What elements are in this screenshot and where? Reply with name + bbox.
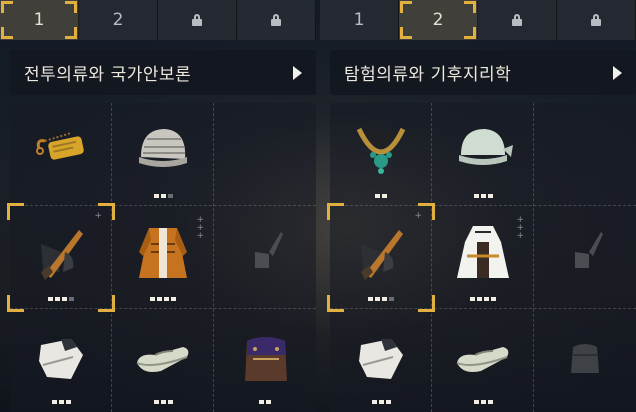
upgrade-level: [112, 297, 214, 301]
knit-cap-icon: [139, 129, 187, 167]
arrow-right-icon[interactable]: [293, 66, 302, 80]
slot-8[interactable]: [112, 309, 214, 412]
tab-locked-3[interactable]: [158, 0, 237, 40]
upgrade-level: [214, 400, 316, 404]
upgrade-level: [330, 194, 432, 198]
equipment-grid: + + + +: [327, 103, 636, 412]
slot-2[interactable]: [432, 103, 534, 206]
dog-tag-icon: [36, 132, 84, 160]
slot-1[interactable]: [330, 103, 432, 206]
set-title-bar[interactable]: 탐험의류와 기후지리학: [330, 50, 636, 95]
lock-icon: [271, 14, 281, 26]
tab-1[interactable]: 1: [0, 0, 79, 40]
set-title: 탐험의류와 기후지리학: [344, 65, 512, 85]
slot-8[interactable]: [432, 309, 534, 412]
upgrade-level: [330, 400, 432, 404]
slot-9[interactable]: [534, 309, 636, 412]
slot-4-selected[interactable]: +: [7, 203, 115, 312]
fingerless-glove-icon: [39, 339, 83, 379]
backpack-icon: [245, 337, 287, 381]
knife-glove-icon: [361, 230, 403, 280]
upgrade-level: [112, 400, 214, 404]
lock-icon: [192, 14, 202, 26]
tab-bar: 1 2: [0, 0, 316, 40]
knife-glove-faded-icon: [575, 232, 603, 268]
knife-glove-icon: [41, 230, 83, 280]
slot-4-selected[interactable]: +: [327, 203, 435, 312]
slot-5[interactable]: + + +: [432, 206, 534, 309]
moccasin-icon: [456, 347, 509, 372]
equipment-grid: + + + +: [7, 103, 316, 412]
slot-7[interactable]: [10, 309, 112, 412]
amulet-necklace-icon: [356, 127, 406, 174]
tab-2[interactable]: 2: [399, 0, 478, 40]
orange-coat-icon: [139, 228, 187, 278]
slot-6[interactable]: [214, 206, 316, 309]
set-title: 전투의류와 국가안보론: [24, 65, 192, 85]
upgrade-level: [112, 194, 214, 198]
fingerless-glove-icon: [359, 339, 403, 379]
tab-locked-4[interactable]: [557, 0, 636, 40]
tab-2[interactable]: 2: [79, 0, 158, 40]
tab-label: 1: [353, 10, 365, 30]
upgrade-level: [432, 297, 534, 301]
right-panel: 1 2 탐험의류와 기후지리학 + + + +: [320, 0, 636, 412]
knife-glove-faded-icon: [255, 232, 283, 268]
white-robe-icon: [457, 226, 509, 278]
lock-icon: [591, 14, 601, 26]
moccasin-icon: [136, 347, 189, 372]
tab-bar: 1 2: [320, 0, 636, 40]
slot-3-empty[interactable]: [214, 103, 316, 206]
lock-icon: [512, 14, 522, 26]
upgrade-level: [10, 297, 112, 301]
set-title-bar[interactable]: 전투의류와 국가안보론: [10, 50, 316, 95]
upgrade-level: [432, 194, 534, 198]
tab-locked-3[interactable]: [478, 0, 557, 40]
slot-2[interactable]: [112, 103, 214, 206]
tab-locked-4[interactable]: [237, 0, 316, 40]
slot-7[interactable]: [330, 309, 432, 412]
tab-label: 2: [432, 10, 444, 30]
left-panel: 1 2 전투의류와 국가안보론 + + + +: [0, 0, 316, 412]
bandana-icon: [459, 129, 513, 165]
tab-label: 2: [112, 10, 124, 30]
slot-1[interactable]: [10, 103, 112, 206]
tab-label: 1: [33, 10, 45, 30]
upgrade-level: [330, 297, 432, 301]
upgrade-level: [432, 400, 534, 404]
upgrade-level: [10, 400, 112, 404]
tab-1[interactable]: 1: [320, 0, 399, 40]
arrow-right-icon[interactable]: [613, 66, 622, 80]
slot-9[interactable]: [214, 309, 316, 412]
slot-6[interactable]: [534, 206, 636, 309]
slot-5[interactable]: + + +: [112, 206, 214, 309]
bag-faded-icon: [571, 344, 599, 373]
slot-3-empty[interactable]: [534, 103, 636, 206]
